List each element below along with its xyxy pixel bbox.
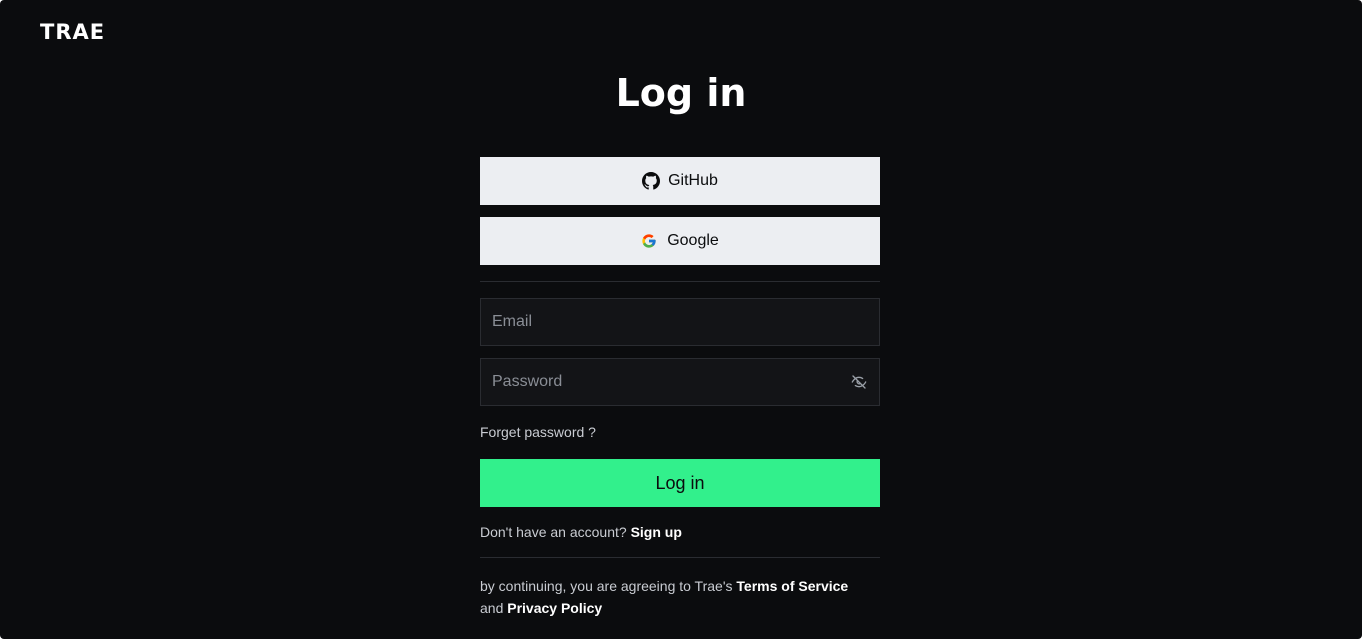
signup-prompt-text: Don't have an account? bbox=[480, 524, 627, 540]
page-title: Log in bbox=[615, 71, 747, 115]
legal-text: by continuing, you are agreeing to Trae'… bbox=[480, 575, 880, 619]
legal-and: and bbox=[480, 600, 504, 616]
login-page: TRAE Log in GitHub Google Email Forget p… bbox=[0, 0, 1362, 639]
forgot-password-link[interactable]: Forget password ? bbox=[480, 423, 596, 441]
divider bbox=[480, 281, 880, 282]
password-field-wrapper bbox=[480, 358, 880, 406]
email-field-wrapper bbox=[480, 298, 880, 346]
github-login-button[interactable]: GitHub bbox=[480, 157, 880, 205]
eye-off-icon[interactable] bbox=[851, 374, 867, 390]
login-form: GitHub Google Email Forget password ? Lo… bbox=[480, 157, 880, 619]
login-button[interactable]: Log in bbox=[480, 459, 880, 507]
signup-link[interactable]: Sign up bbox=[631, 524, 682, 540]
legal-prefix: by continuing, you are agreeing to Trae'… bbox=[480, 578, 733, 594]
google-icon bbox=[641, 232, 659, 250]
signup-prompt: Don't have an account? Sign up bbox=[480, 523, 880, 541]
github-label: GitHub bbox=[668, 172, 718, 189]
google-login-button[interactable]: Google bbox=[480, 217, 880, 265]
google-label: Google bbox=[667, 232, 719, 249]
privacy-policy-link[interactable]: Privacy Policy bbox=[507, 600, 602, 616]
github-icon bbox=[642, 172, 661, 190]
terms-of-service-link[interactable]: Terms of Service bbox=[736, 578, 848, 594]
trae-logo[interactable]: TRAE bbox=[40, 21, 105, 43]
password-field[interactable] bbox=[481, 359, 879, 405]
email-field[interactable] bbox=[481, 299, 879, 345]
divider bbox=[480, 557, 880, 558]
logo-text: TRAE bbox=[40, 20, 106, 44]
